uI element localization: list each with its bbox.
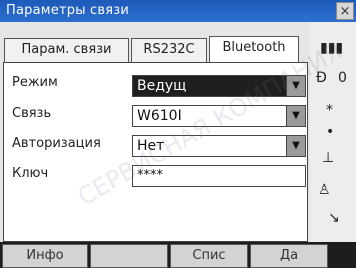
- key-label: Ключ: [12, 166, 49, 181]
- tab-bluetooth[interactable]: Bluetooth: [209, 36, 299, 62]
- info-button[interactable]: Инфо: [2, 244, 88, 268]
- star-icon: ⁎: [326, 98, 333, 114]
- chevron-down-icon[interactable]: ▼: [286, 76, 305, 96]
- tilt-icon: ⊥: [322, 150, 335, 166]
- chevron-down-icon[interactable]: ▼: [286, 106, 305, 126]
- title-bar: Параметры связи ×: [0, 0, 356, 22]
- status-sidebar: ▮▮▮ Ð 0 ⁎ • ⊥ ♙ ↘: [310, 22, 356, 242]
- auth-select[interactable]: Нет ▼: [132, 135, 306, 157]
- mode-select[interactable]: Ведущ ▼: [132, 75, 306, 97]
- signal-icon: Ð: [316, 70, 327, 86]
- tab-rs232c[interactable]: RS232C: [131, 38, 207, 62]
- laser-icon: ♙: [318, 182, 331, 198]
- auth-label: Авторизация: [12, 136, 101, 151]
- link-label: Связь: [12, 106, 52, 121]
- target-icon: 0: [338, 70, 347, 86]
- softkey-bar: Инфо Спис Да: [0, 242, 356, 268]
- settings-panel: Режим Ведущ ▼ Связь W610I ▼ Авторизация …: [3, 62, 308, 242]
- mode-value: Ведущ: [137, 78, 187, 94]
- empty-softkey[interactable]: [90, 244, 168, 268]
- window-title: Параметры связи: [6, 3, 129, 18]
- mode-label: Режим: [12, 75, 58, 90]
- link-value: W610I: [137, 108, 182, 124]
- list-button[interactable]: Спис: [170, 244, 248, 268]
- close-button[interactable]: ×: [336, 2, 354, 20]
- key-input[interactable]: ****: [132, 165, 306, 187]
- yes-button[interactable]: Да: [250, 244, 328, 268]
- link-select[interactable]: W610I ▼: [132, 105, 306, 127]
- tab-strip: Парам. связи RS232C Bluetooth: [0, 22, 310, 62]
- prism-icon: •: [326, 124, 335, 140]
- tab-comm-params[interactable]: Парам. связи: [4, 38, 129, 62]
- battery-icon: ▮▮▮: [320, 40, 344, 56]
- auth-value: Нет: [137, 138, 165, 154]
- scroll-icon: ↘: [328, 210, 340, 226]
- chevron-down-icon[interactable]: ▼: [286, 136, 305, 156]
